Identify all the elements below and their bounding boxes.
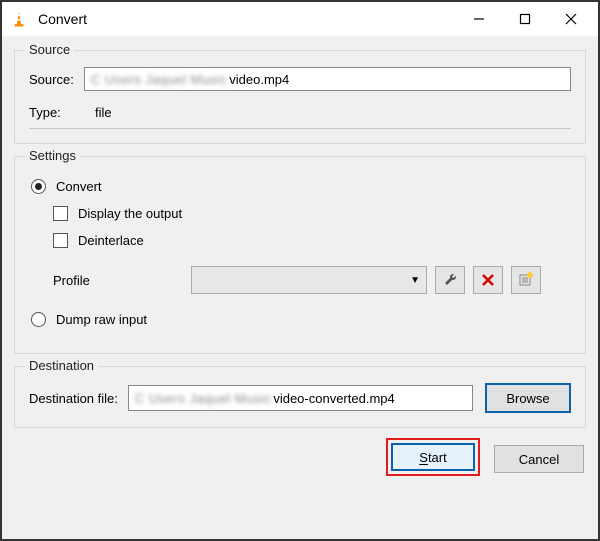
vlc-cone-icon	[10, 10, 28, 28]
checkbox-icon	[53, 233, 68, 248]
radio-icon	[31, 179, 46, 194]
window-title: Convert	[38, 11, 87, 27]
dialog-content: Source Source: C Users Jaquel Music vide…	[2, 36, 598, 539]
destination-file-input[interactable]: C Users Jaquel Music video-converted.mp4	[128, 385, 473, 411]
destination-filename: video-converted.mp4	[273, 391, 394, 406]
type-label: Type:	[29, 105, 85, 120]
source-path-blurred-prefix: C Users Jaquel Music	[91, 72, 227, 87]
display-output-checkbox[interactable]: Display the output	[53, 206, 571, 221]
destination-file-label: Destination file:	[29, 391, 118, 406]
source-label: Source:	[29, 72, 74, 87]
titlebar: Convert	[2, 2, 598, 36]
window-close-button[interactable]	[548, 4, 594, 34]
cancel-button[interactable]: Cancel	[494, 445, 584, 473]
destination-legend: Destination	[25, 358, 98, 373]
dump-raw-label: Dump raw input	[56, 312, 147, 327]
window-maximize-button[interactable]	[502, 4, 548, 34]
type-value: file	[95, 105, 112, 120]
x-icon	[481, 273, 495, 287]
start-button-label: Start	[419, 450, 446, 465]
edit-profile-button[interactable]	[435, 266, 465, 294]
window-minimize-button[interactable]	[456, 4, 502, 34]
deinterlace-label: Deinterlace	[78, 233, 144, 248]
source-group: Source Source: C Users Jaquel Music vide…	[14, 50, 586, 144]
chevron-down-icon: ▼	[410, 275, 420, 286]
source-path-field: C Users Jaquel Music video.mp4	[84, 67, 571, 91]
cancel-button-label: Cancel	[519, 452, 559, 467]
radio-icon	[31, 312, 46, 327]
destination-path-blurred-prefix: C Users Jaquel Music	[135, 391, 271, 406]
display-output-label: Display the output	[78, 206, 182, 221]
dump-raw-radio[interactable]: Dump raw input	[31, 312, 571, 327]
list-new-icon	[518, 272, 534, 288]
destination-group: Destination Destination file: C Users Ja…	[14, 366, 586, 428]
convert-radio-label: Convert	[56, 179, 102, 194]
start-button-highlight: Start	[386, 438, 480, 476]
browse-button-label: Browse	[506, 391, 549, 406]
source-legend: Source	[25, 42, 74, 57]
browse-button[interactable]: Browse	[485, 383, 571, 413]
profile-combobox[interactable]: ▼	[191, 266, 427, 294]
source-path-filename: video.mp4	[229, 72, 289, 87]
start-button[interactable]: Start	[391, 443, 475, 471]
settings-group: Settings Convert Display the output Dein…	[14, 156, 586, 354]
checkbox-icon	[53, 206, 68, 221]
delete-profile-button[interactable]	[473, 266, 503, 294]
convert-radio[interactable]: Convert	[31, 179, 571, 194]
profile-label: Profile	[53, 273, 183, 288]
wrench-icon	[442, 272, 458, 288]
new-profile-button[interactable]	[511, 266, 541, 294]
deinterlace-checkbox[interactable]: Deinterlace	[53, 233, 571, 248]
settings-legend: Settings	[25, 148, 80, 163]
